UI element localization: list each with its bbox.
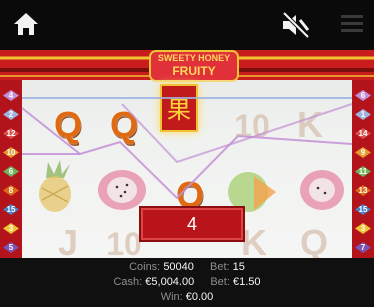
cash-label: Cash:	[113, 276, 143, 288]
right-payline-number: 9	[360, 148, 366, 157]
right-payline-number: 3	[360, 224, 366, 233]
right-payline-number: 6	[360, 91, 366, 100]
right-payline-number: 11	[358, 167, 368, 176]
right-payline-marker: 1	[355, 109, 371, 120]
cash-row: Cash: €5,004.00 Bet: €1.50	[0, 276, 374, 288]
left-payline-marker: 8	[3, 185, 19, 196]
win-amount-text: 4	[186, 214, 197, 234]
win-amount-box: 4	[139, 206, 245, 242]
left-payline-number: 15	[6, 205, 16, 214]
menu-button[interactable]	[340, 13, 364, 35]
bet-coins-value: 15	[232, 261, 245, 273]
right-payline-marker: 14	[355, 128, 371, 139]
coins-value: 50040	[163, 261, 194, 273]
win-row: Win: €0.00	[0, 291, 374, 303]
right-payline-number: 13	[358, 186, 368, 195]
right-payline-marker: 13	[355, 185, 371, 196]
left-payline-marker: 10	[3, 147, 19, 158]
left-payline-number: 10	[6, 148, 16, 157]
right-payline-marker: 11	[355, 166, 371, 177]
bet-coins-label: Bet:	[210, 261, 230, 273]
home-icon	[14, 13, 38, 35]
left-payline-number: 8	[8, 186, 14, 195]
right-payline-marker: 3	[355, 223, 371, 234]
cash-value: €5,004.00	[145, 276, 195, 288]
left-payline-number: 6	[8, 167, 14, 176]
left-payline-number: 5	[8, 243, 14, 252]
left-payline-number: 4	[8, 91, 14, 100]
left-payline-number: 12	[6, 129, 16, 138]
mute-button[interactable]	[280, 10, 312, 40]
speaker-muted-icon	[282, 11, 310, 39]
right-payline-number: 1	[360, 110, 366, 119]
left-payline-marker: 3	[3, 223, 19, 234]
coins-label: Coins:	[129, 261, 161, 273]
coins-row: Coins: 50040 Bet: 15	[0, 261, 374, 273]
left-payline-marker: 12	[3, 128, 19, 139]
right-payline-marker: 15	[355, 204, 371, 215]
bet-label: Bet:	[210, 276, 230, 288]
right-payline-number: 15	[358, 205, 368, 214]
status-bar: Coins: 50040 Bet: 15 Cash: €5,004.00 Bet…	[0, 258, 374, 307]
top-bar	[0, 0, 374, 50]
win-value: €0.00	[185, 291, 214, 303]
left-payline-marker: 4	[3, 90, 19, 101]
left-payline-marker: 5	[3, 242, 19, 253]
left-payline-marker: 2	[3, 109, 19, 120]
left-payline-marker: 6	[3, 166, 19, 177]
home-button[interactable]	[12, 10, 40, 38]
right-payline-marker: 7	[355, 242, 371, 253]
left-payline-number: 3	[8, 224, 14, 233]
bet-value: €1.50	[232, 276, 261, 288]
hamburger-menu-icon	[341, 15, 363, 32]
right-payline-marker: 9	[355, 147, 371, 158]
right-payline-number: 7	[360, 243, 366, 252]
right-payline-marker: 6	[355, 90, 371, 101]
left-payline-marker: 15	[3, 204, 19, 215]
right-payline-number: 14	[358, 129, 368, 138]
win-label: Win:	[160, 291, 183, 303]
left-payline-number: 2	[8, 110, 14, 119]
